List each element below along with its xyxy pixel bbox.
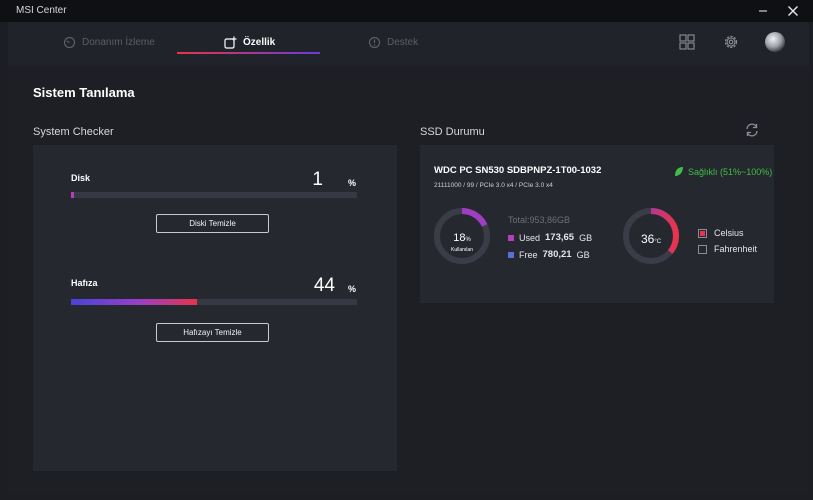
- system-checker-title: System Checker: [33, 126, 114, 138]
- ssd-health-status: Sağlıklı (51%~100%): [674, 166, 772, 177]
- used-label: Used: [519, 232, 541, 243]
- top-navigation: Donanım İzleme Özellik Destek: [8, 22, 809, 68]
- refresh-button[interactable]: [742, 120, 762, 140]
- content-area: Sistem Tanılama System Checker Disk 1 % …: [8, 66, 809, 492]
- disk-label: Disk: [71, 173, 91, 183]
- ssd-status-panel: WDC PC SN530 SDBPNPZ-1T00-1032 21111000 …: [420, 145, 774, 303]
- free-color-square: [508, 251, 514, 258]
- ssd-health-text: Sağlıklı (51%~100%): [688, 166, 773, 177]
- close-icon: [788, 6, 798, 16]
- gear-icon: [724, 35, 738, 49]
- temperature-unit: °C: [654, 239, 662, 245]
- memory-clean-button[interactable]: Hafızayı Temizle: [156, 323, 269, 342]
- temperature-value: 36: [640, 232, 655, 246]
- tab-label: Destek: [387, 36, 419, 48]
- used-unit: GB: [579, 232, 593, 243]
- disk-usage-bar: [71, 192, 357, 198]
- tab-label: Özellik: [243, 36, 276, 48]
- system-checker-panel: Disk 1 % Diski Temizle Hafıza 44 % Hafız…: [33, 145, 397, 471]
- ssd-status-title: SSD Durumu: [420, 126, 485, 138]
- celsius-label: Celsius: [714, 228, 744, 238]
- disk-clean-button[interactable]: Diski Temizle: [156, 214, 269, 233]
- tab-ozellik[interactable]: Özellik: [224, 30, 275, 54]
- settings-button[interactable]: [721, 32, 741, 52]
- fahrenheit-option[interactable]: Fahrenheit: [698, 244, 757, 254]
- used-value: 173,65: [545, 232, 575, 243]
- leaf-icon: [675, 167, 683, 176]
- usage-ring-value: 18%: [433, 228, 491, 246]
- monitor-gauge-icon: [63, 36, 76, 48]
- disk-usage-fill: [71, 192, 74, 198]
- usage-percent-value: 18: [453, 232, 466, 244]
- free-unit: GB: [576, 249, 590, 260]
- disk-value: 1: [312, 169, 323, 190]
- memory-usage-fill: [71, 299, 197, 305]
- minimize-button[interactable]: [753, 1, 773, 21]
- grid-apps-icon: [679, 34, 695, 50]
- msi-center-window: MSI Center Donanım İzleme Özellik Destek…: [0, 0, 813, 500]
- fahrenheit-checkbox[interactable]: [698, 244, 707, 254]
- ssd-free-row: Free 780,21 GB: [508, 249, 590, 260]
- app-title: MSI Center: [16, 5, 67, 16]
- memory-unit: %: [348, 284, 357, 294]
- tab-destek[interactable]: Destek: [368, 30, 418, 54]
- free-value: 780,21: [542, 249, 572, 260]
- page-title: Sistem Tanılama: [33, 85, 135, 100]
- tab-label: Donanım İzleme: [82, 36, 155, 48]
- feature-add-icon: [224, 36, 237, 49]
- memory-value: 44: [313, 275, 335, 296]
- ssd-firmware-info: 21111000 / 99 / PCIe 3.0 x4 / PCIe 3.0 x…: [434, 182, 553, 189]
- grid-apps-button[interactable]: [677, 32, 697, 52]
- fahrenheit-label: Fahrenheit: [714, 244, 758, 254]
- memory-usage-bar: [71, 299, 357, 305]
- usage-percent-unit: %: [465, 237, 471, 243]
- ssd-model-name: WDC PC SN530 SDBPNPZ-1T00-1032: [434, 165, 602, 176]
- temperature-ring-value: 36°C: [622, 230, 680, 248]
- ssd-total-capacity: Total:953,86GB: [508, 215, 571, 225]
- close-button[interactable]: [783, 1, 803, 21]
- support-alert-icon: [368, 36, 381, 48]
- usage-ring-label: Kullanılan: [451, 247, 473, 253]
- minimize-icon: [759, 10, 767, 12]
- title-bar: MSI Center: [0, 0, 813, 22]
- memory-label: Hafıza: [71, 278, 98, 288]
- user-avatar[interactable]: [765, 32, 785, 52]
- main-frame: Donanım İzleme Özellik Destek Sistem Tan…: [8, 22, 809, 492]
- ssd-used-row: Used 173,65 GB: [508, 232, 592, 243]
- active-tab-indicator: [177, 52, 320, 54]
- checked-indicator: [700, 230, 705, 236]
- refresh-icon: [746, 123, 758, 137]
- celsius-option[interactable]: Celsius: [698, 228, 744, 238]
- free-label: Free: [519, 249, 538, 260]
- used-color-square: [508, 234, 514, 241]
- celsius-checkbox[interactable]: [698, 228, 707, 238]
- disk-unit: %: [348, 178, 357, 188]
- tab-donanim-izleme[interactable]: Donanım İzleme: [63, 30, 155, 54]
